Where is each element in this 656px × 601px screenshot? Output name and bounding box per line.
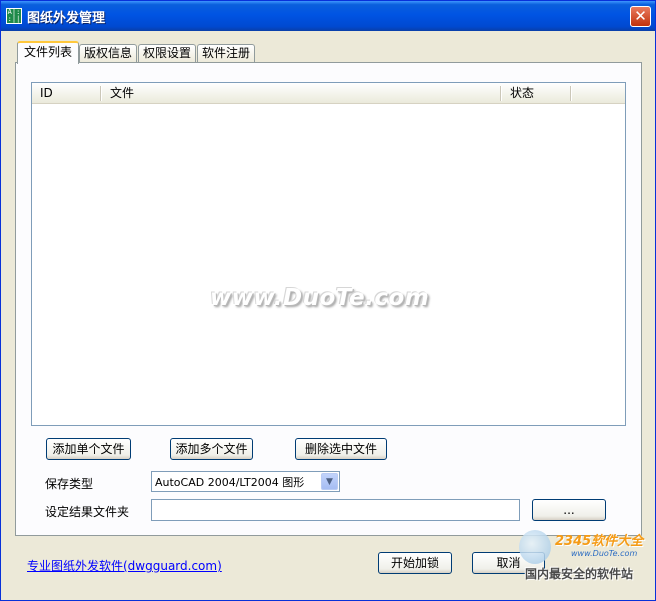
main-window: A|::|| 图纸外发管理 ✕ 文件列表 版权信息 权限设置 软件注册 ID 文…	[0, 0, 656, 601]
website-link[interactable]: 专业图纸外发软件(dwgguard.com)	[27, 557, 222, 574]
add-multiple-files-button[interactable]: 添加多个文件	[170, 438, 253, 460]
site-badge: 2345软件大全 www.DuoTe.com 国内最安全的软件站	[515, 527, 656, 585]
site-badge-slogan: 国内最安全的软件站	[525, 567, 634, 581]
browse-folder-button[interactable]: ...	[532, 499, 606, 521]
mascot-logo-icon	[519, 530, 551, 564]
site-badge-title: 2345软件大全	[555, 534, 644, 549]
column-header-id[interactable]: ID	[32, 83, 100, 104]
save-type-value: AutoCAD 2004/LT2004 图形	[155, 476, 305, 489]
chevron-down-icon[interactable]: ▼	[321, 473, 338, 490]
column-divider[interactable]	[570, 86, 572, 101]
watermark: www.DuoTe.com	[210, 285, 430, 311]
column-header-status[interactable]: 状态	[502, 83, 570, 104]
save-type-label: 保存类型	[45, 477, 94, 491]
file-list-view[interactable]: ID 文件 状态 www.DuoTe.com	[31, 82, 626, 426]
title-bar[interactable]: A|::|| 图纸外发管理 ✕	[1, 1, 655, 31]
tab-file-list[interactable]: 文件列表	[17, 41, 79, 64]
output-folder-input[interactable]	[151, 499, 520, 521]
app-logo-icon: A|::||	[6, 8, 22, 24]
tab-software-registration[interactable]: 软件注册	[197, 44, 255, 63]
close-button[interactable]: ✕	[630, 6, 651, 27]
window-title: 图纸外发管理	[27, 11, 106, 26]
start-lock-button[interactable]: 开始加锁	[378, 552, 452, 574]
save-type-select[interactable]: AutoCAD 2004/LT2004 图形 ▼	[151, 471, 340, 492]
close-icon: ✕	[634, 7, 647, 25]
delete-selected-files-button[interactable]: 删除选中文件	[295, 438, 387, 460]
output-folder-label: 设定结果文件夹	[45, 505, 130, 519]
column-header-file[interactable]: 文件	[102, 83, 500, 104]
file-list-header: ID 文件 状态	[32, 83, 625, 104]
tab-panel-file-list: ID 文件 状态 www.DuoTe.com 添加单个文件 添加多个文件 删除选…	[15, 62, 642, 536]
add-single-file-button[interactable]: 添加单个文件	[46, 438, 131, 460]
tab-copyright-info[interactable]: 版权信息	[79, 44, 137, 63]
tab-permission-settings[interactable]: 权限设置	[138, 44, 196, 63]
site-badge-url: www.DuoTe.com	[571, 549, 638, 558]
